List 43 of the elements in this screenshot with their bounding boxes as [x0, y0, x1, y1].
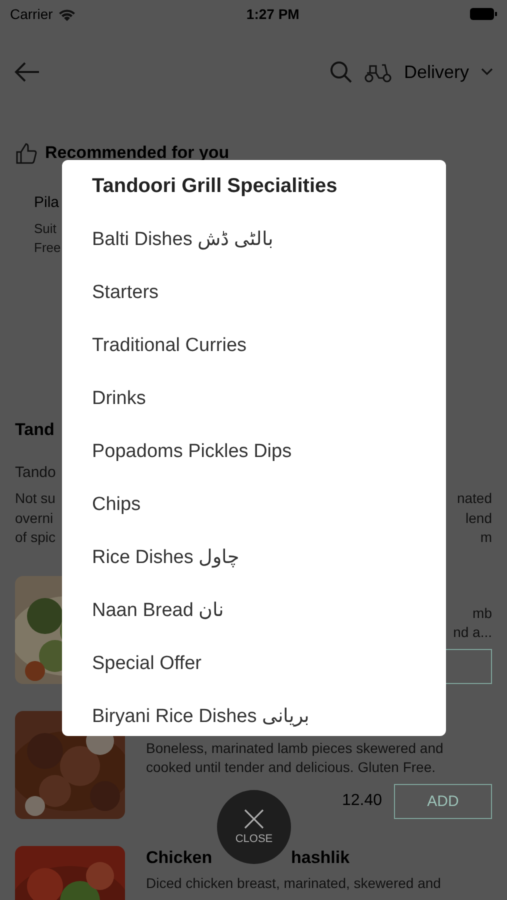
dish-name: hashlik	[291, 848, 350, 868]
category-item[interactable]: Traditional Curries	[92, 319, 247, 372]
category-description: m	[480, 528, 492, 547]
section-heading: Recommended for you	[45, 143, 230, 163]
category-item[interactable]: Special Offer	[92, 637, 202, 690]
dish-description: nd a...	[453, 622, 492, 642]
dish-description: Boneless, marinated lamb pieces skewered and	[146, 738, 444, 758]
category-item[interactable]: Biryani Rice Dishes بریانی	[92, 690, 309, 736]
dish-description: cooked until tender and delicious. Gluten Free.	[146, 758, 437, 776]
category-item[interactable]: Drinks	[92, 372, 146, 425]
category-description: overni	[15, 508, 54, 528]
add-button[interactable]: ADD	[394, 784, 492, 818]
category-item[interactable]: Rice Dishes چاول	[92, 531, 240, 584]
wifi-icon	[58, 8, 76, 20]
carrier-label: Carrier	[10, 6, 53, 22]
dish-description: Free	[34, 239, 61, 257]
category-item[interactable]: Starters	[92, 266, 159, 319]
dish-description: mb	[472, 604, 492, 622]
category-item[interactable]: Popadoms Pickles Dips	[92, 425, 292, 478]
close-icon	[244, 809, 264, 829]
battery-icon	[470, 8, 497, 20]
category-description: of spic	[15, 528, 56, 547]
chevron-down-icon[interactable]	[481, 68, 493, 76]
back-arrow-icon[interactable]	[14, 62, 40, 82]
category-heading: Tand	[15, 420, 54, 440]
category-item[interactable]: Balti Dishes بالٹی ڈش	[92, 213, 273, 266]
dish-name: Chicken	[146, 848, 214, 868]
menu-title: Tandoori Grill Specialities	[92, 175, 338, 199]
category-item[interactable]: Chips	[92, 478, 141, 531]
category-description: Not su	[15, 489, 56, 508]
search-icon[interactable]	[330, 61, 352, 83]
thumbs-up-icon	[15, 142, 37, 164]
dish-description: Diced chicken breast, marinated, skewered and	[146, 874, 442, 892]
category-subtitle: Tando	[15, 464, 56, 481]
dish-name: Pila	[34, 194, 60, 211]
clock-time: 1:27 PM	[246, 6, 300, 22]
scooter-icon	[364, 61, 392, 83]
category-description: nated	[456, 489, 492, 508]
category-description: lend	[466, 508, 492, 528]
category-item[interactable]: Naan Bread نان	[92, 584, 224, 637]
close-button[interactable]: CLOSE	[217, 790, 291, 864]
dish-price: 12.40	[342, 792, 382, 810]
dish-description: Suit	[34, 220, 56, 238]
